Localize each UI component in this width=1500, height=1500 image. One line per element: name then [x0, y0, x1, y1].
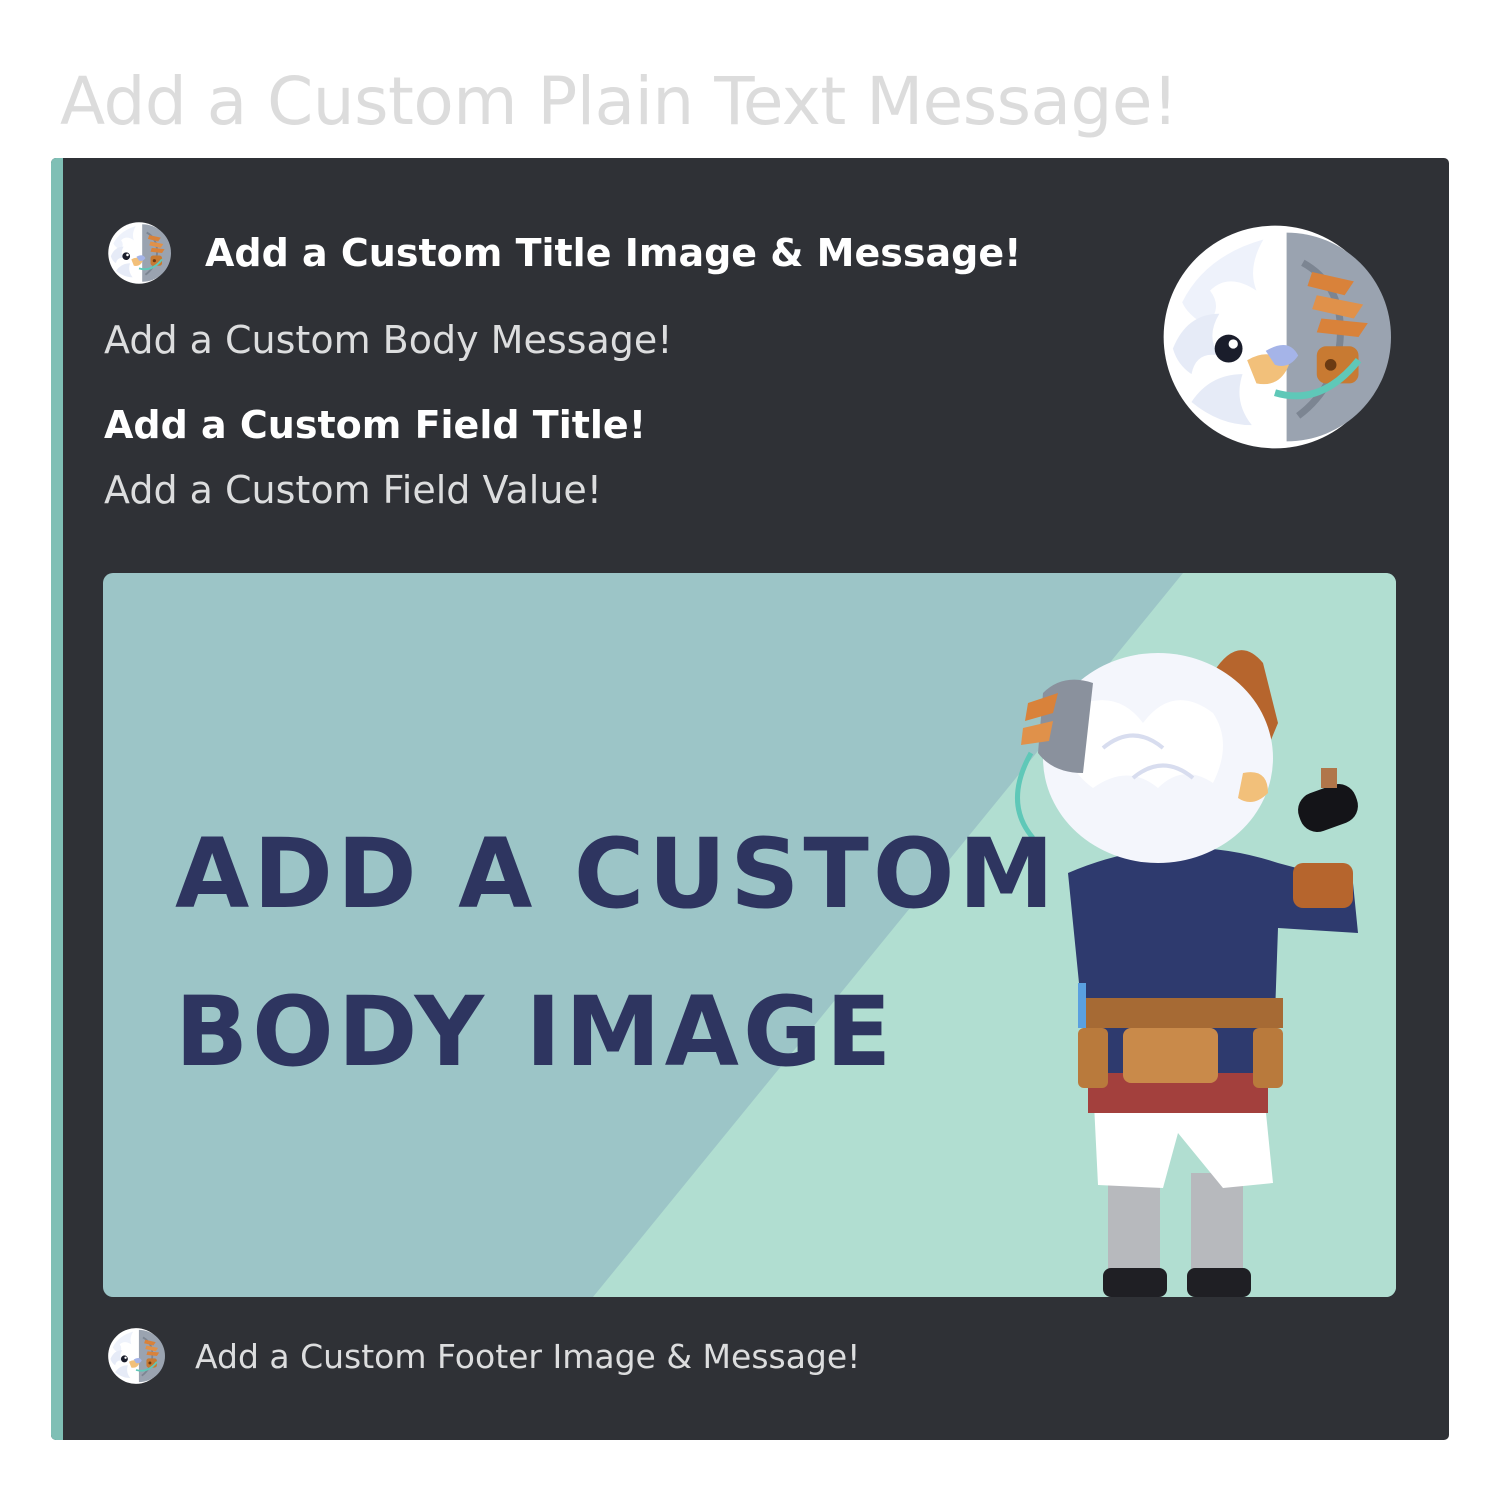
embed-footer: Add a Custom Footer Image & Message! — [107, 1326, 860, 1386]
eagle-avatar-icon — [107, 1327, 165, 1385]
eagle-thumbnail-icon[interactable] — [1159, 221, 1391, 453]
eagle-avatar-icon — [107, 221, 171, 285]
embed-footer-text: Add a Custom Footer Image & Message! — [195, 1336, 861, 1376]
body-image-line-1: ADD A CUSTOM — [175, 818, 1058, 930]
body-image-caption: ADD A CUSTOM BODY IMAGE — [175, 795, 1058, 1111]
embed-author: Add a Custom Title Image & Message! — [107, 221, 1021, 285]
embed-card: Add a Custom Title Image & Message! Add … — [51, 158, 1449, 1440]
embed-body-image[interactable]: ADD A CUSTOM BODY IMAGE — [103, 573, 1396, 1297]
embed-body-message: Add a Custom Body Message! — [104, 318, 673, 362]
body-image-line-2: BODY IMAGE — [175, 976, 896, 1088]
embed-accent-bar — [51, 158, 63, 1440]
embed-title[interactable]: Add a Custom Title Image & Message! — [205, 231, 1021, 275]
embed-field-value: Add a Custom Field Value! — [104, 468, 603, 512]
embed-field-title: Add a Custom Field Title! — [104, 403, 647, 447]
plain-text-message: Add a Custom Plain Text Message! — [60, 63, 1178, 140]
